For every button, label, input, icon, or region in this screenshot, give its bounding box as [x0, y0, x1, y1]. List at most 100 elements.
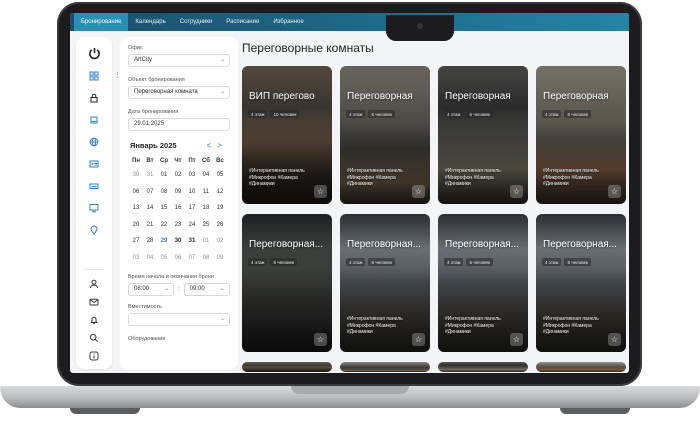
room-card-partial[interactable]: [438, 362, 528, 372]
calendar-day[interactable]: 04: [143, 250, 157, 267]
calendar-day[interactable]: 19: [213, 200, 227, 217]
room-card[interactable]: Переговорная... 4 этаж 6 человек #Интеракти…: [438, 214, 528, 352]
printer-icon[interactable]: [87, 179, 101, 193]
room-card[interactable]: Переговорная... 4 этаж 6 человек #Интеракти…: [340, 214, 430, 352]
room-equipment-tags: #Интерактивная панель #Микрофон #Камера …: [347, 316, 403, 335]
calendar-day[interactable]: 27: [129, 233, 143, 250]
favorite-star-icon[interactable]: ☆: [412, 185, 425, 198]
date-input[interactable]: 29.01.2025: [128, 118, 230, 131]
calendar-day[interactable]: 08: [157, 184, 171, 201]
calendar-day[interactable]: 01: [199, 233, 213, 250]
room-equipment-tags: #Интерактивная панель #Микрофон #Камера …: [249, 168, 305, 187]
calendar-day[interactable]: 21: [143, 217, 157, 234]
power-icon[interactable]: [86, 45, 102, 61]
calendar-day[interactable]: 03: [185, 167, 199, 184]
favorite-star-icon[interactable]: ☆: [608, 185, 621, 198]
favorite-star-icon[interactable]: ☆: [608, 333, 621, 346]
calendar-day[interactable]: 17: [185, 200, 199, 217]
tab-calendar[interactable]: Календарь: [128, 13, 172, 31]
calendar-day[interactable]: 05: [213, 167, 227, 184]
date-value: 29.01.2025: [134, 121, 165, 127]
calendar-prev-button[interactable]: <: [207, 141, 218, 150]
calendar-day[interactable]: 26: [213, 217, 227, 234]
room-name: Переговорная...: [543, 239, 618, 250]
calendar-day-selected[interactable]: 29: [157, 233, 171, 250]
favorite-star-icon[interactable]: ☆: [510, 185, 523, 198]
calendar-day[interactable]: 15: [157, 200, 171, 217]
calendar-day[interactable]: 18: [199, 200, 213, 217]
capacity-select[interactable]: ⌄: [128, 313, 230, 326]
capacity-label: Вместимость: [128, 304, 162, 310]
mail-icon[interactable]: [87, 295, 101, 309]
globe-icon[interactable]: [87, 135, 101, 149]
room-card[interactable]: Переговорная 4 этаж 6 человек #Интерактивна…: [340, 66, 430, 204]
time-end-select[interactable]: 09:00 ⌄: [183, 283, 230, 296]
favorite-star-icon[interactable]: ☆: [314, 185, 327, 198]
calendar-day[interactable]: 16: [171, 200, 185, 217]
calendar-day[interactable]: 20: [129, 217, 143, 234]
time-range: 08:00 ⌄ : 09:00 ⌄: [128, 283, 230, 296]
tab-favorites[interactable]: Избранное: [266, 13, 310, 31]
office-select[interactable]: ArtCity ⌄: [128, 54, 230, 67]
calendar-day[interactable]: 07: [185, 250, 199, 267]
calendar-day[interactable]: 03: [129, 250, 143, 267]
user-icon[interactable]: [87, 277, 101, 291]
room-card-partial[interactable]: [340, 362, 430, 372]
calendar-day[interactable]: 10: [185, 184, 199, 201]
calendar-day[interactable]: 22: [157, 217, 171, 234]
room-card-partial[interactable]: [242, 362, 332, 372]
monitor-icon[interactable]: [87, 201, 101, 215]
bell-icon[interactable]: [87, 313, 101, 327]
id-card-icon[interactable]: [87, 157, 101, 171]
room-card[interactable]: Переговорная... 4 этаж 6 человек ☆: [242, 214, 332, 352]
search-icon[interactable]: [87, 331, 101, 345]
room-card[interactable]: ВИП перегово 4 этаж 10 человек #Интерактивн…: [242, 66, 332, 204]
floor-badge: 4 этаж: [542, 258, 562, 266]
calendar-day[interactable]: 31: [185, 233, 199, 250]
calendar-day[interactable]: 31: [143, 167, 157, 184]
calendar-day[interactable]: 09: [171, 184, 185, 201]
calendar-day[interactable]: 01: [157, 167, 171, 184]
room-card[interactable]: Переговорная... 4 этаж 6 человек #Интеракти…: [536, 214, 626, 352]
object-select[interactable]: Переговорная комната ⌄: [128, 86, 230, 99]
favorite-star-icon[interactable]: ☆: [314, 333, 327, 346]
calendar-day[interactable]: 30: [171, 233, 185, 250]
laptop-icon[interactable]: [87, 113, 101, 127]
calendar-day[interactable]: 07: [143, 184, 157, 201]
calendar-day[interactable]: 12: [213, 184, 227, 201]
calendar-day[interactable]: 06: [171, 250, 185, 267]
favorite-star-icon[interactable]: ☆: [510, 333, 523, 346]
calendar-day[interactable]: 11: [199, 184, 213, 201]
time-start-select[interactable]: 08:00 ⌄: [128, 283, 174, 296]
favorite-star-icon[interactable]: ☆: [412, 333, 425, 346]
grid-icon[interactable]: [87, 69, 101, 83]
lock-icon[interactable]: [87, 91, 101, 105]
info-icon[interactable]: [87, 349, 101, 363]
location-pin-icon[interactable]: [87, 223, 101, 237]
calendar-day[interactable]: 05: [157, 250, 171, 267]
calendar-day[interactable]: 02: [171, 167, 185, 184]
calendar-day[interactable]: 06: [129, 184, 143, 201]
tab-employees[interactable]: Сотрудники: [173, 13, 220, 31]
calendar-next-button[interactable]: >: [217, 141, 228, 150]
room-card[interactable]: Переговорная 4 этаж 6 человек #Интерактивна…: [438, 66, 528, 204]
calendar-day[interactable]: 23: [171, 217, 185, 234]
calendar-day[interactable]: 08: [199, 250, 213, 267]
calendar-day[interactable]: 09: [213, 250, 227, 267]
calendar-day[interactable]: 25: [199, 217, 213, 234]
tab-booking[interactable]: Бронирование: [74, 13, 129, 31]
camera-icon: [417, 23, 423, 29]
room-name: Переговорная...: [347, 239, 422, 250]
room-card-partial[interactable]: [536, 362, 626, 372]
calendar-day[interactable]: 13: [129, 200, 143, 217]
calendar-day[interactable]: 24: [185, 217, 199, 234]
calendar-day[interactable]: 14: [143, 200, 157, 217]
calendar-day[interactable]: 02: [213, 233, 227, 250]
room-chips: 4 этаж 6 человек: [346, 258, 395, 266]
calendar-day[interactable]: 04: [199, 167, 213, 184]
time-label: Время начала и окончания брони: [128, 274, 214, 280]
tab-schedule[interactable]: Расписание: [219, 13, 266, 31]
calendar-day[interactable]: 28: [143, 233, 157, 250]
calendar-day[interactable]: 30: [129, 167, 143, 184]
room-card[interactable]: Переговорная 4 этаж 6 человек #Интерактивна…: [536, 66, 626, 204]
